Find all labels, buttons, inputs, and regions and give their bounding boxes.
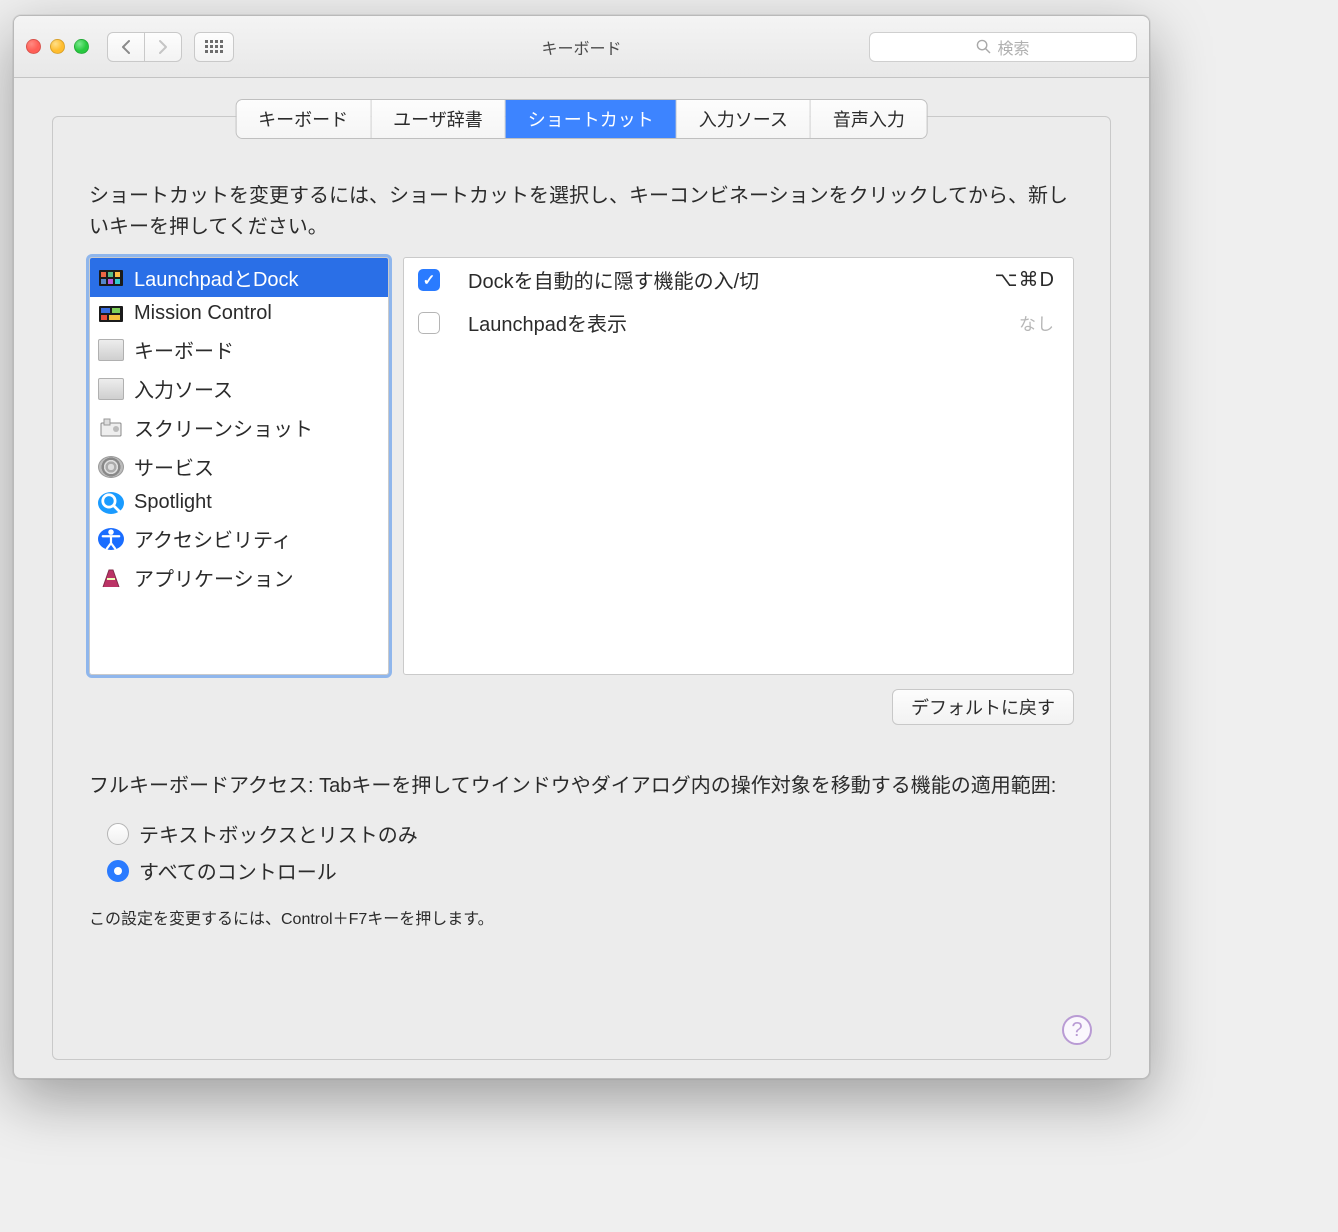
full-keyboard-access-text: フルキーボードアクセス: Tabキーを押してウインドウやダイアログ内の操作対象を… xyxy=(89,771,1074,801)
chevron-right-icon xyxy=(157,39,169,55)
zoom-button[interactable] xyxy=(74,39,89,54)
spotlight-icon xyxy=(98,492,124,514)
tab-strip: キーボードユーザ辞書ショートカット入力ソース音声入力 xyxy=(236,100,927,138)
radio-button[interactable] xyxy=(107,823,129,845)
search-field[interactable]: 検索 xyxy=(869,32,1137,62)
search-icon xyxy=(976,39,991,54)
close-button[interactable] xyxy=(26,39,41,54)
shortcut-keys[interactable]: ⌥⌘D xyxy=(995,267,1056,292)
category-row[interactable]: 入力ソース xyxy=(90,369,388,408)
category-label: Spotlight xyxy=(134,491,212,514)
category-row[interactable]: サービス xyxy=(90,447,388,486)
tab-3[interactable]: 入力ソース xyxy=(677,100,811,138)
category-label: LaunchpadとDock xyxy=(134,263,299,292)
keyboard-icon xyxy=(98,339,124,361)
nav-buttons xyxy=(107,32,182,62)
tab-0[interactable]: キーボード xyxy=(236,100,371,138)
back-button[interactable] xyxy=(107,32,145,62)
category-row[interactable]: LaunchpadとDock xyxy=(90,258,388,297)
shortcut-list[interactable]: Dockを自動的に隠す機能の入/切⌥⌘DLaunchpadを表示なし xyxy=(403,257,1074,675)
category-list[interactable]: LaunchpadとDock Mission Control キーボード入力ソースス… xyxy=(89,257,389,675)
category-row[interactable]: Spotlight xyxy=(90,486,388,519)
screenshot-icon xyxy=(98,417,124,439)
radio-label: テキストボックスとリストのみ xyxy=(139,819,418,848)
radio-label: すべてのコントロール xyxy=(139,856,337,885)
category-row[interactable]: アクセシビリティ xyxy=(90,519,388,558)
category-label: Mission Control xyxy=(134,302,272,325)
category-row[interactable]: キーボード xyxy=(90,330,388,369)
shortcut-row[interactable]: Launchpadを表示なし xyxy=(404,301,1073,344)
services-icon xyxy=(98,456,124,478)
keyboard-access-radios: テキストボックスとリストのみすべてのコントロール xyxy=(107,815,1074,889)
keyboard-access-option[interactable]: テキストボックスとリストのみ xyxy=(107,815,1074,852)
category-row[interactable]: スクリーンショット xyxy=(90,408,388,447)
shortcut-keys[interactable]: なし xyxy=(1019,310,1055,335)
category-label: スクリーンショット xyxy=(134,413,313,442)
content-area: キーボードユーザ辞書ショートカット入力ソース音声入力 ショートカットを変更するに… xyxy=(14,78,1149,1078)
minimize-button[interactable] xyxy=(50,39,65,54)
forward-button[interactable] xyxy=(144,32,182,62)
accessibility-icon xyxy=(98,528,124,550)
shortcut-label: Launchpadを表示 xyxy=(468,308,1019,337)
applications-icon xyxy=(98,567,124,589)
mission-icon xyxy=(98,303,124,325)
keyboard-icon xyxy=(98,378,124,400)
prefs-window: キーボード 検索 キーボードユーザ辞書ショートカット入力ソース音声入力 ショート… xyxy=(13,15,1150,1079)
restore-defaults-button[interactable]: デフォルトに戻す xyxy=(892,689,1074,725)
category-label: アプリケーション xyxy=(134,563,294,592)
grid-icon xyxy=(205,40,223,54)
category-row[interactable]: Mission Control xyxy=(90,297,388,330)
enable-checkbox[interactable] xyxy=(418,312,440,334)
category-label: サービス xyxy=(134,452,214,481)
keyboard-access-option[interactable]: すべてのコントロール xyxy=(107,852,1074,889)
category-label: キーボード xyxy=(134,335,234,364)
radio-button[interactable] xyxy=(107,860,129,882)
tab-2[interactable]: ショートカット xyxy=(506,100,677,138)
chevron-left-icon xyxy=(120,39,132,55)
traffic-lights xyxy=(26,39,89,54)
enable-checkbox[interactable] xyxy=(418,269,440,291)
shortcut-row[interactable]: Dockを自動的に隠す機能の入/切⌥⌘D xyxy=(404,258,1073,301)
keyboard-access-hint: この設定を変更するには、Control＋F7キーを押します。 xyxy=(89,905,1074,929)
tab-4[interactable]: 音声入力 xyxy=(811,100,927,138)
instructions-text: ショートカットを変更するには、ショートカットを選択し、キーコンビネーションをクリ… xyxy=(89,181,1074,243)
tab-1[interactable]: ユーザ辞書 xyxy=(371,100,506,138)
shortcut-label: Dockを自動的に隠す機能の入/切 xyxy=(468,265,995,294)
search-placeholder: 検索 xyxy=(997,35,1029,59)
category-label: 入力ソース xyxy=(134,374,233,403)
show-all-button[interactable] xyxy=(194,32,234,62)
help-button[interactable]: ? xyxy=(1062,1015,1092,1045)
category-row[interactable]: アプリケーション xyxy=(90,558,388,597)
launchpad-icon xyxy=(98,267,124,289)
category-label: アクセシビリティ xyxy=(134,524,292,553)
titlebar: キーボード 検索 xyxy=(14,16,1149,78)
